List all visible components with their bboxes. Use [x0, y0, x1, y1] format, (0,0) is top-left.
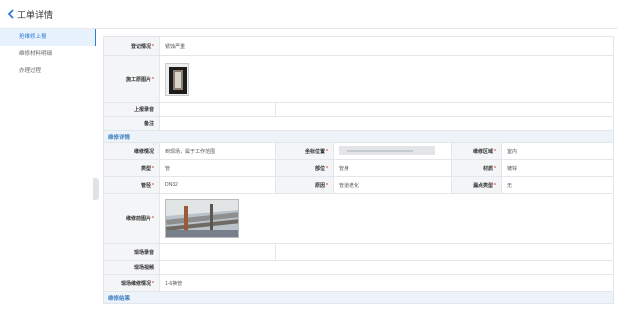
sidebar-item-materials[interactable]: 维修材料明细 — [0, 46, 96, 63]
field-value: 管 — [159, 159, 276, 177]
field-label: 原因* — [275, 176, 334, 194]
field-value: 管道老化 — [333, 176, 452, 194]
table-row: 维修前图片* — [103, 193, 614, 244]
field-label: 类型* — [103, 159, 160, 177]
field-value: 锈蚀严重 — [159, 36, 614, 56]
field-label: 现场视频 — [103, 260, 160, 275]
field-value: 无 — [501, 176, 614, 194]
field-label: 维修前图片* — [103, 193, 160, 244]
section-title: 维修结果 — [103, 291, 614, 304]
field-label: 坐标位置* — [275, 142, 334, 160]
field-value: 1-6换管 — [159, 274, 614, 292]
pre-repair-photo-thumbnail[interactable] — [165, 199, 239, 238]
table-row: 现场视频 — [103, 260, 614, 275]
section-header: 维修详情 — [103, 130, 614, 143]
table-row: 上报录音 — [103, 102, 614, 117]
field-label: 管径* — [103, 176, 160, 194]
table-row: 管径* DN32 原因* 管道老化 漏点类型* 无 — [103, 176, 614, 194]
field-value — [159, 243, 276, 261]
field-label: 维修情况 — [103, 142, 160, 160]
chevron-left-icon[interactable] — [7, 9, 15, 19]
field-label: 现场录音 — [103, 243, 160, 261]
field-label: 上报录音 — [103, 102, 160, 117]
sidebar-item-process[interactable]: 办理过程 — [0, 63, 96, 80]
section-title: 维修详情 — [103, 130, 614, 143]
field-value: DN32 — [159, 176, 276, 194]
field-label: 部位* — [275, 159, 334, 177]
sidebar: 抢维修上报 维修材料明细 办理过程 — [0, 29, 96, 327]
field-value — [159, 102, 276, 117]
field-label: 登记情况* — [103, 36, 160, 56]
table-row: 登记情况* 锈蚀严重 — [103, 36, 614, 56]
table-row: 备注 — [103, 116, 614, 131]
field-label: 施工原图片* — [103, 55, 160, 103]
masked-location-value — [339, 145, 435, 155]
field-value: 管身 — [333, 159, 452, 177]
field-value — [159, 260, 614, 275]
section-header: 维修结果 — [103, 291, 614, 304]
field-label: 材质* — [451, 159, 502, 177]
field-value: 镀锌 — [501, 159, 614, 177]
table-row: 现场录音 — [103, 243, 614, 261]
detail-panel: 登记情况* 锈蚀严重 施工原图片* 上报录音 备注 维修详情 维修情况 到现场，… — [103, 36, 614, 327]
table-row: 维修情况 到现场，属于工作范围 坐标位置* 维修区域* 室内 — [103, 142, 614, 160]
field-value: 到现场，属于工作范围 — [159, 142, 276, 160]
field-value: 室内 — [501, 142, 614, 160]
detail-table: 登记情况* 锈蚀严重 施工原图片* 上报录音 备注 维修详情 维修情况 到现场，… — [103, 36, 614, 304]
table-row: 类型* 管 部位* 管身 材质* 镀锌 — [103, 159, 614, 177]
field-label: 维修区域* — [451, 142, 502, 160]
page-title: 工单详情 — [17, 9, 54, 20]
page-header: 工单详情 — [0, 0, 618, 28]
table-row: 施工原图片* — [103, 55, 614, 103]
table-row: 现场维修情况* 1-6换管 — [103, 274, 614, 292]
sidebar-item-repair-report[interactable]: 抢维修上报 — [0, 29, 96, 46]
field-label: 现场维修情况* — [103, 274, 160, 292]
field-value — [159, 116, 614, 131]
field-label: 备注 — [103, 116, 160, 131]
construction-photo-thumbnail[interactable] — [165, 62, 189, 96]
sidebar-collapse-handle[interactable] — [93, 178, 99, 200]
field-label: 漏点类型* — [451, 176, 502, 194]
